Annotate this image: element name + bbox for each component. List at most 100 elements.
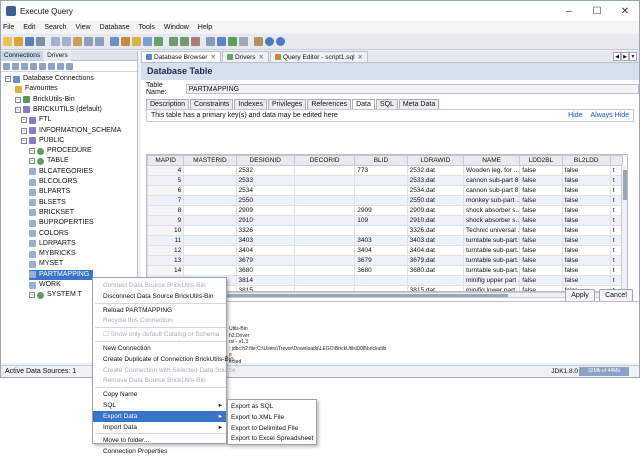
tree-node[interactable]: WORK: [29, 280, 61, 290]
menu-view[interactable]: View: [76, 24, 91, 31]
table-cell[interactable]: [293, 215, 356, 226]
tab-list-icon[interactable]: ▼: [629, 52, 637, 61]
table-cell[interactable]: 3404: [235, 245, 295, 256]
table-cell[interactable]: false: [519, 165, 563, 176]
schema-report-icon[interactable]: [206, 37, 215, 46]
sql-history-icon[interactable]: [154, 37, 163, 46]
table-cell[interactable]: 3403: [235, 235, 295, 246]
menu-item-remove-data-source-brickutils-bin[interactable]: Remove Data Source BrickUtils-Bin: [93, 375, 226, 386]
table-cell[interactable]: [183, 265, 237, 276]
vertical-scrollbar[interactable]: [621, 165, 627, 291]
table-cell[interactable]: turntable sub-part...: [462, 265, 521, 276]
expand-toggle-icon[interactable]: −: [21, 127, 27, 134]
query-editor-icon[interactable]: [121, 37, 130, 46]
table-cell[interactable]: 10: [147, 225, 185, 236]
erd-icon[interactable]: [217, 37, 226, 46]
table-cell[interactable]: [293, 185, 356, 196]
table-cell[interactable]: 3404.dat: [406, 245, 464, 256]
table-cell[interactable]: false: [561, 165, 611, 176]
connect-icon[interactable]: [110, 37, 119, 46]
expand-toggle-icon[interactable]: −: [5, 76, 11, 82]
column-header[interactable]: BL2LDD: [561, 155, 611, 166]
tree-node[interactable]: BUPROPERTIES: [29, 218, 94, 228]
new-file-icon[interactable]: [3, 37, 12, 46]
table-cell[interactable]: 3680: [235, 265, 295, 276]
menu-tools[interactable]: Tools: [139, 24, 155, 31]
browser-icon[interactable]: [132, 37, 141, 46]
table-cell[interactable]: 2534: [235, 185, 295, 196]
tree-node[interactable]: MYBRICKS: [29, 249, 76, 259]
table-cell[interactable]: [183, 185, 237, 196]
table-cell[interactable]: Wooden leg, for ...: [462, 165, 521, 176]
table-cell[interactable]: false: [519, 255, 563, 266]
table-cell[interactable]: false: [561, 205, 611, 216]
menu-item-connection-properties[interactable]: Connection Properties: [93, 446, 226, 457]
table-cell[interactable]: [293, 275, 356, 286]
table-cell[interactable]: shock absorber s...: [462, 215, 521, 226]
tree-node[interactable]: Favourites: [15, 84, 58, 94]
table-cell[interactable]: false: [519, 225, 563, 236]
tree-node[interactable]: − INFORMATION_SCHEMA: [21, 126, 121, 136]
tab-meta-data[interactable]: Meta Data: [398, 99, 440, 109]
table-cell[interactable]: 12: [147, 245, 185, 256]
always-hide-link[interactable]: Always Hide: [590, 112, 629, 119]
table-cell[interactable]: [293, 195, 356, 206]
scroll-left-icon[interactable]: ◀: [613, 52, 621, 61]
table-cell[interactable]: [183, 225, 237, 236]
tree-node[interactable]: MYSET: [29, 259, 63, 269]
tab-drivers-left[interactable]: Drivers: [44, 50, 71, 61]
open-file-icon[interactable]: [14, 37, 23, 46]
table-cell[interactable]: 2909: [354, 205, 408, 216]
table-cell[interactable]: false: [561, 235, 611, 246]
reload-icon[interactable]: [39, 62, 46, 70]
table-cell[interactable]: 3403.dat: [406, 235, 464, 246]
table-cell[interactable]: false: [561, 265, 611, 276]
table-cell[interactable]: [293, 165, 356, 176]
table-cell[interactable]: monkey sub-part ...: [462, 195, 521, 206]
menu-help[interactable]: Help: [198, 24, 212, 31]
tab-connections[interactable]: Connections: [1, 50, 44, 61]
expand-toggle-icon[interactable]: −: [29, 148, 35, 155]
menu-search[interactable]: Search: [44, 24, 66, 31]
table-cell[interactable]: [406, 275, 464, 286]
table-cell[interactable]: false: [561, 185, 611, 196]
table-cell[interactable]: shock absorber s...: [462, 205, 521, 216]
expand-toggle-icon[interactable]: −: [21, 137, 27, 144]
table-cell[interactable]: [354, 175, 408, 186]
table-cell[interactable]: 2534.dat: [406, 185, 464, 196]
close-icon[interactable]: ✕: [210, 52, 215, 63]
table-cell[interactable]: 3326.dat: [406, 225, 464, 236]
column-header[interactable]: LDD2BL: [519, 155, 563, 166]
save-icon[interactable]: [25, 37, 34, 46]
help-icon[interactable]: [276, 37, 285, 46]
table-cell[interactable]: 4: [147, 165, 185, 176]
move-down-icon[interactable]: [30, 62, 37, 70]
table-row[interactable]: 10 3326 3326.dat Technic universal ... false…: [147, 225, 624, 236]
tab-indexes[interactable]: Indexes: [234, 99, 267, 109]
close-icon[interactable]: ✕: [259, 52, 264, 63]
table-cell[interactable]: [354, 185, 408, 196]
menu-item-reload-partmapping[interactable]: Reload PARTMAPPING: [93, 305, 226, 316]
menu-item-show-only-default-catalog-or-schema[interactable]: ☐ Show only default Catalog or Schema: [93, 329, 226, 340]
table-cell[interactable]: turntable sub-part...: [462, 235, 521, 246]
table-cell[interactable]: false: [519, 195, 563, 206]
table-name-field[interactable]: PARTMAPPING: [185, 84, 639, 94]
add-folder-icon[interactable]: [12, 62, 19, 70]
tab-description[interactable]: Description: [146, 99, 190, 109]
sort-icon[interactable]: [48, 62, 55, 70]
table-cell[interactable]: [293, 255, 356, 266]
table-cell[interactable]: 13: [147, 255, 185, 266]
table-row[interactable]: 7 2550 2550.dat monkey sub-part ... false fal…: [147, 195, 624, 206]
tree-node[interactable]: − PUBLIC: [21, 136, 64, 146]
collapse-icon[interactable]: [66, 62, 73, 70]
export-icon[interactable]: [180, 37, 189, 46]
table-cell[interactable]: 2910.dat: [406, 215, 464, 226]
table-cell[interactable]: [293, 265, 356, 276]
submenu-item-export-to-xml-file[interactable]: Export to XML File: [228, 412, 316, 423]
tree-node[interactable]: − FTL: [21, 115, 51, 125]
paste-icon[interactable]: [73, 37, 82, 46]
menu-item-create-connection-with-selected-data-source[interactable]: Create Connection with Selected Data Sou…: [93, 365, 236, 376]
table-row[interactable]: 6 2534 2534.dat cannon sub-part 8... false fa…: [147, 185, 624, 196]
expand-toggle-icon[interactable]: −: [15, 106, 21, 113]
table-cell[interactable]: 2532: [235, 165, 295, 176]
